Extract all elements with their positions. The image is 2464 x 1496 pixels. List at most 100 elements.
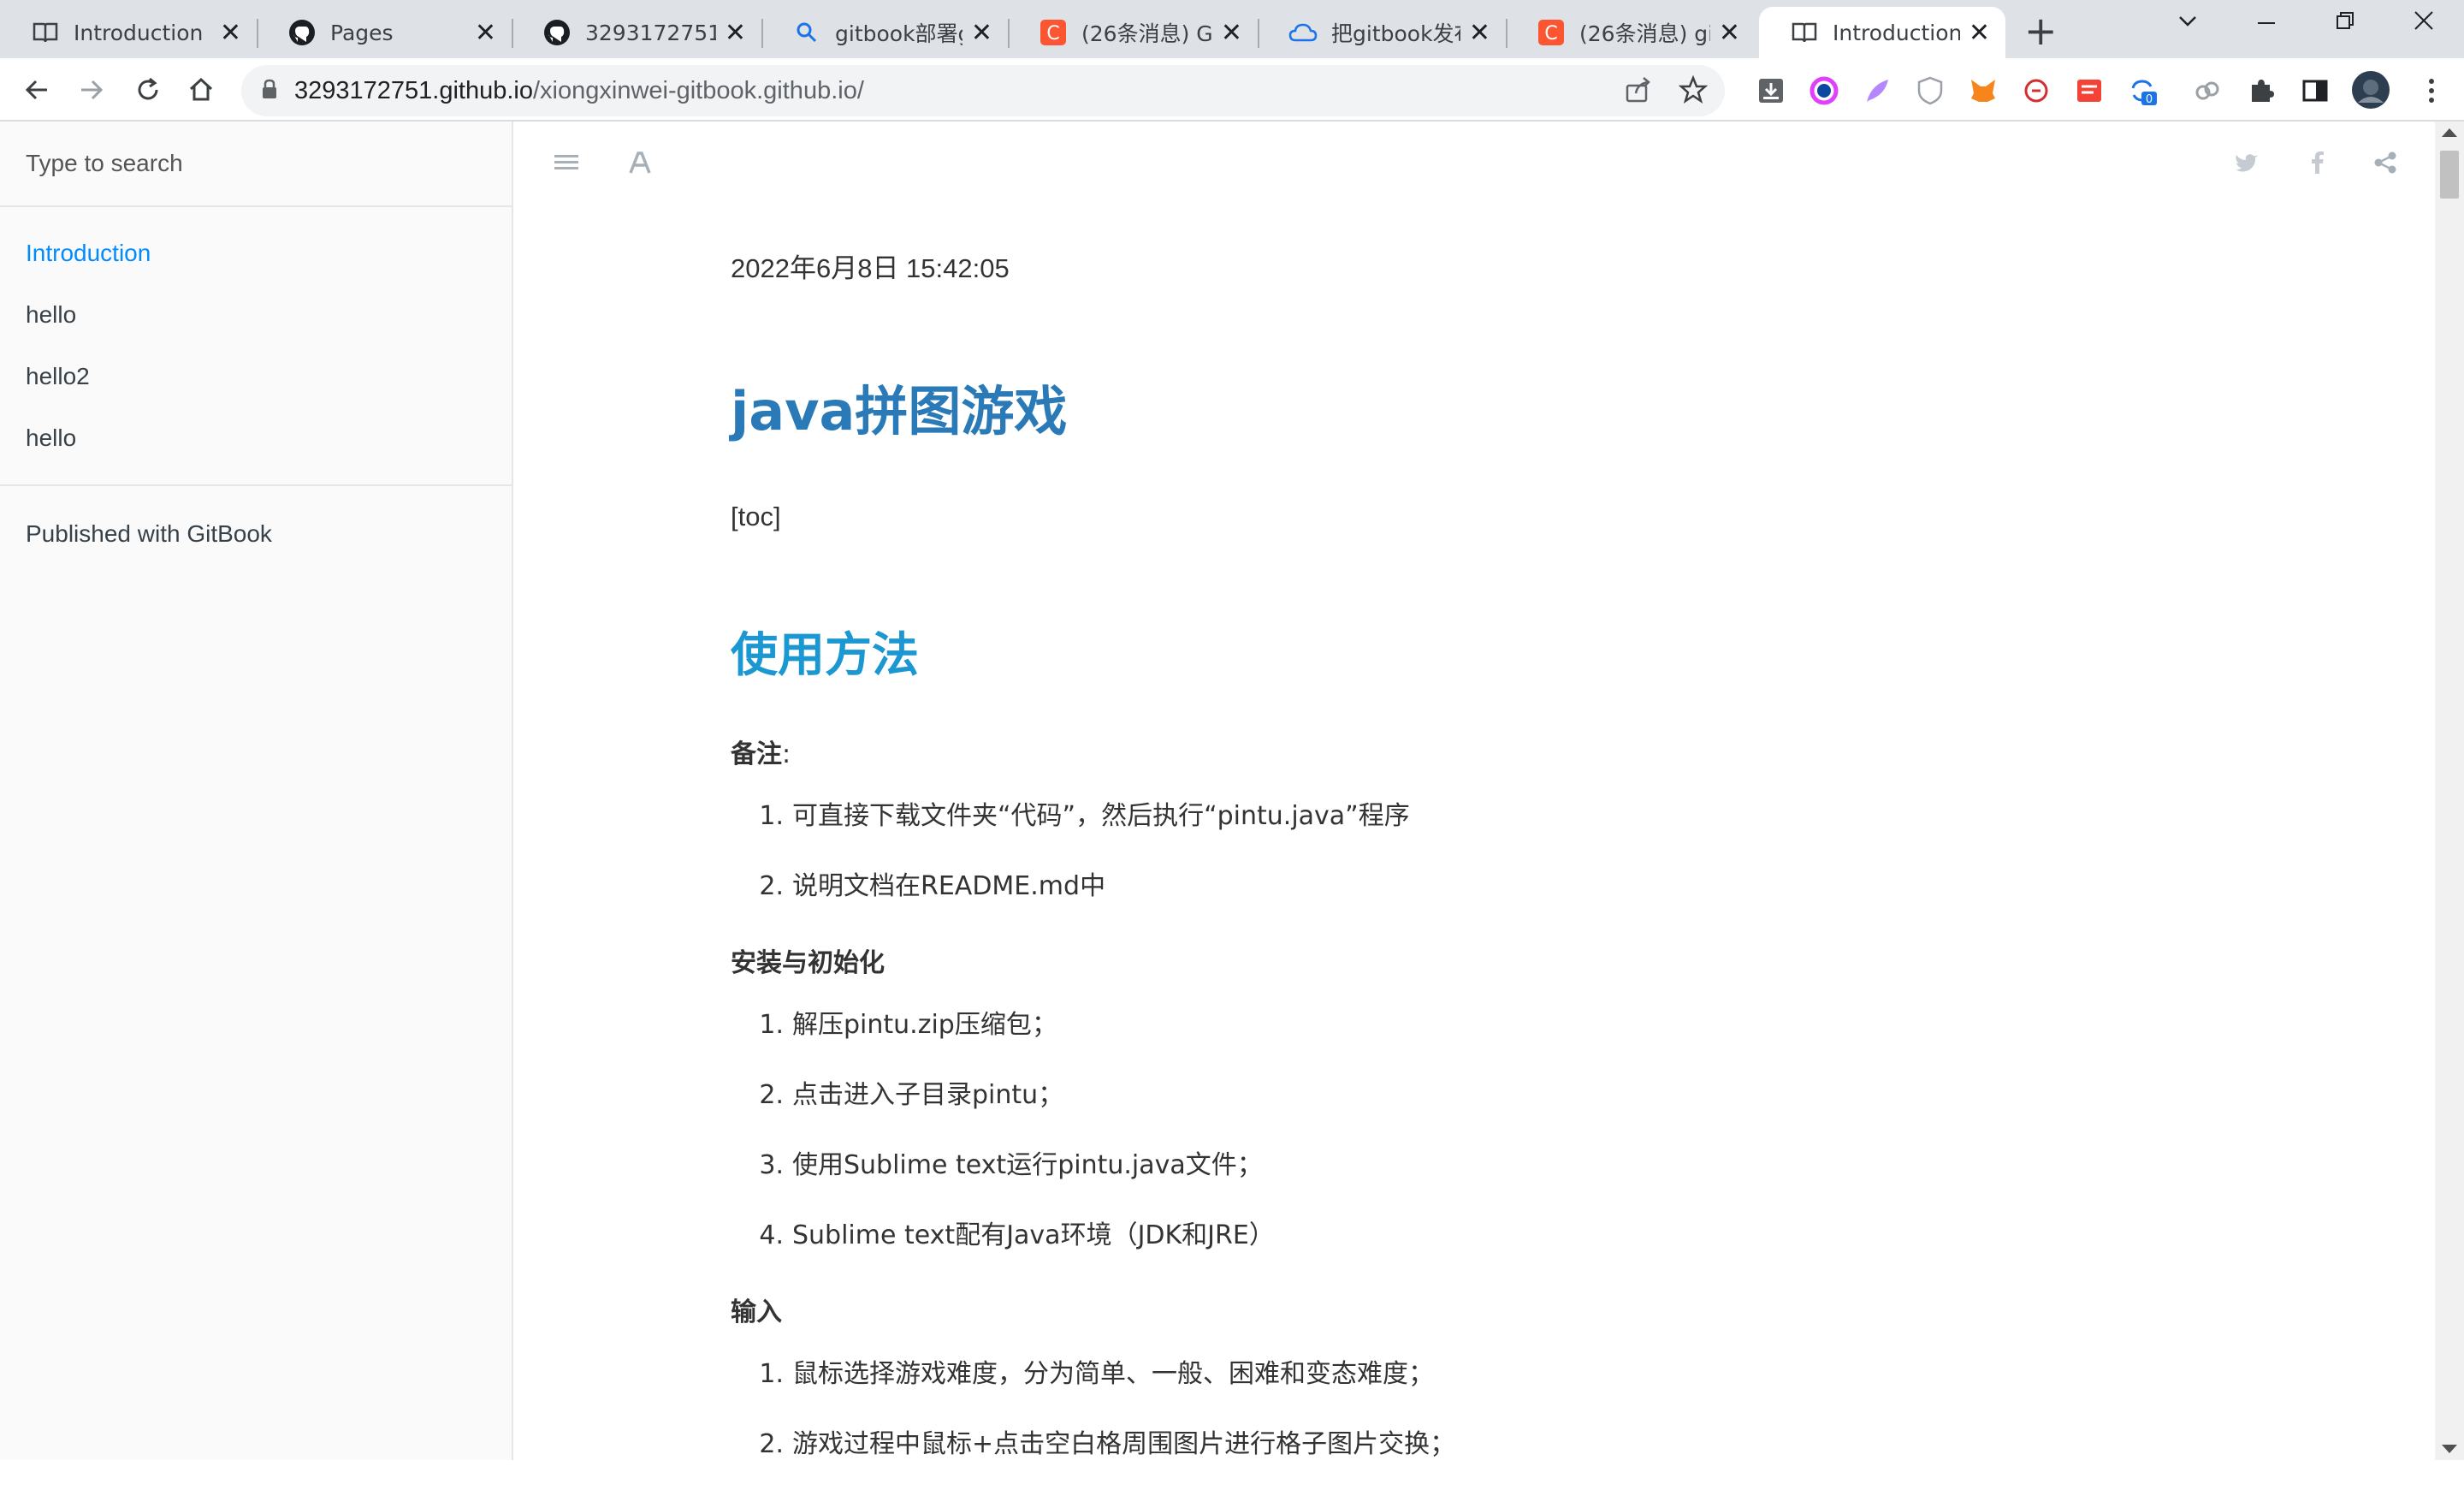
list-item: 1. 鼠标选择游戏难度，分为简单、一般、困难和变态难度；	[759, 1359, 1434, 1389]
tab-title: (26条消息) gitl	[1579, 21, 1710, 46]
published-with-gitbook-link[interactable]: Published with GitBook	[0, 503, 512, 565]
toggle-sidebar-icon[interactable]	[549, 145, 583, 180]
home-icon[interactable]	[178, 67, 224, 113]
list-item: 1. 解压pintu.zip压缩包；	[759, 1010, 1057, 1040]
forward-icon[interactable]	[68, 67, 115, 113]
share-network-icon[interactable]	[2368, 145, 2402, 180]
summary-item-hello[interactable]: hello	[0, 284, 512, 346]
close-icon[interactable]: ✕	[1221, 18, 1242, 48]
feather-icon[interactable]	[1860, 74, 1894, 108]
close-icon[interactable]: ✕	[1469, 18, 1490, 48]
close-window-icon[interactable]	[2413, 9, 2435, 39]
scroll-up-icon[interactable]	[2442, 128, 2457, 137]
tab-title: Pages	[330, 20, 394, 45]
list-item-text: 游戏过程中鼠标+点击空白格周围图片进行格子图片交换；	[792, 1429, 1456, 1459]
list-item-text: 点击进入子目录pintu；	[792, 1080, 1064, 1110]
csdn-icon: C	[1537, 18, 1566, 47]
section-heading: 使用方法	[731, 627, 920, 682]
page-title: java拼图游戏	[731, 380, 1068, 442]
close-icon[interactable]: ✕	[220, 18, 241, 48]
tab-title: Introduction ·	[74, 20, 211, 45]
summary-item-introduction[interactable]: Introduction	[0, 223, 512, 284]
minimize-icon[interactable]	[2255, 9, 2277, 39]
address-bar[interactable]: 3293172751.github.io/xiongxinwei-gitbook…	[241, 65, 1725, 116]
tab-4[interactable]: C (26条消息) Git ✕	[1008, 7, 1258, 58]
close-icon[interactable]: ✕	[1719, 18, 1740, 48]
svg-text:C: C	[1046, 23, 1059, 45]
facebook-icon[interactable]	[2300, 145, 2334, 180]
color-picker-icon[interactable]	[1807, 74, 1841, 108]
sidepanel-icon[interactable]	[2298, 74, 2332, 108]
close-icon[interactable]: ✕	[971, 18, 992, 48]
summary-item-hello[interactable]: hello	[0, 407, 512, 469]
list-item-text: 使用Sublime text运行pintu.java文件；	[792, 1150, 1263, 1180]
summary-list: Introduction hello hello2 hello Publishe…	[0, 207, 512, 565]
font-settings-icon[interactable]	[623, 145, 657, 180]
bookmark-star-icon[interactable]	[1678, 74, 1709, 108]
tab-1[interactable]: Pages ✕	[257, 7, 512, 58]
list-item: 4. Sublime text配有Java环境（JDK和JRE）	[759, 1220, 1275, 1250]
tab-title: 3293172751/x	[585, 20, 716, 45]
github-icon	[542, 18, 572, 47]
csdn-icon: C	[1039, 18, 1068, 47]
toc-marker: [toc]	[731, 502, 781, 531]
metamask-fox-icon[interactable]	[1966, 74, 2000, 108]
search-input[interactable]	[26, 150, 471, 177]
twitter-icon[interactable]	[2230, 145, 2264, 180]
notes-icon[interactable]	[2072, 74, 2106, 108]
tab-title: gitbook部署gi	[835, 21, 962, 46]
share-icon[interactable]	[1624, 75, 1653, 108]
menu-dots-icon[interactable]	[2414, 74, 2449, 108]
new-tab-icon[interactable]: +	[2024, 11, 2058, 50]
svg-text:C: C	[1544, 23, 1557, 45]
note-list: 1. 可直接下载文件夹“代码”，然后执行“pintu.java”程序 2. 说明文档…	[753, 798, 1409, 938]
url-host: 3293172751.github.io	[294, 76, 533, 104]
list-item: 2. 点击进入子目录pintu；	[759, 1080, 1064, 1110]
tab-6[interactable]: C (26条消息) gitl ✕	[1506, 7, 1756, 58]
tab-7[interactable]: Introduction · ✕	[1759, 7, 2005, 58]
tab-title: Introduction ·	[1833, 20, 1960, 45]
clock-icon[interactable]	[2019, 74, 2053, 108]
tab-search-icon[interactable]	[2177, 9, 2199, 39]
divider	[0, 484, 512, 486]
list-item: 2. 游戏过程中鼠标+点击空白格周围图片进行格子图片交换；	[759, 1429, 1456, 1459]
page-date: 2022年6月8日 15:42:05	[731, 253, 1010, 283]
note-label: 备注:	[731, 733, 791, 770]
extension-badge: 0	[2146, 93, 2153, 105]
sync-icon[interactable]: 0	[2125, 74, 2159, 108]
tab-title: (26条消息) Git	[1081, 21, 1212, 46]
close-icon[interactable]: ✕	[475, 18, 496, 48]
restore-icon[interactable]	[2334, 9, 2356, 39]
close-icon[interactable]: ✕	[1969, 18, 1990, 48]
summary-item-hello2[interactable]: hello2	[0, 346, 512, 407]
puzzle-icon[interactable]	[2245, 74, 2279, 108]
book-icon	[31, 18, 60, 47]
link-icon[interactable]	[2190, 74, 2224, 108]
list-item-text: Sublime text配有Java环境（JDK和JRE）	[792, 1220, 1275, 1250]
page-scrollbar[interactable]	[2435, 122, 2464, 1460]
tab-2[interactable]: 3293172751/x ✕	[512, 7, 761, 58]
tab-5[interactable]: 把gitbook发布 ✕	[1258, 7, 1506, 58]
avatar[interactable]	[2351, 70, 2390, 110]
book-summary-sidebar: Introduction hello hello2 hello Publishe…	[0, 122, 513, 1460]
list-item-text: 鼠标选择游戏难度，分为简单、一般、困难和变态难度；	[792, 1359, 1434, 1389]
url-text: 3293172751.github.io/xiongxinwei-gitbook…	[294, 77, 864, 105]
shield-icon[interactable]	[1913, 74, 1947, 108]
lock-icon[interactable]	[262, 79, 277, 103]
scroll-thumb[interactable]	[2440, 151, 2459, 199]
book-header	[515, 122, 2435, 207]
list-item: 2. 说明文档在README.md中	[759, 871, 1106, 901]
github-icon	[287, 18, 317, 47]
tab-strip: Introduction · ✕ Pages ✕ 3293172751/x ✕ …	[0, 0, 2464, 58]
tab-0[interactable]: Introduction · ✕	[0, 7, 257, 58]
book-search	[0, 122, 512, 207]
close-icon[interactable]: ✕	[725, 18, 746, 48]
download-icon[interactable]	[1754, 74, 1788, 108]
reload-icon[interactable]	[125, 67, 171, 113]
search-icon	[792, 18, 821, 47]
tab-title: 把gitbook发布	[1331, 21, 1460, 46]
tab-3[interactable]: gitbook部署gi ✕	[761, 7, 1008, 58]
back-icon[interactable]	[14, 67, 60, 113]
note-label-text: 备注	[731, 739, 782, 769]
scroll-down-icon[interactable]	[2442, 1445, 2457, 1453]
